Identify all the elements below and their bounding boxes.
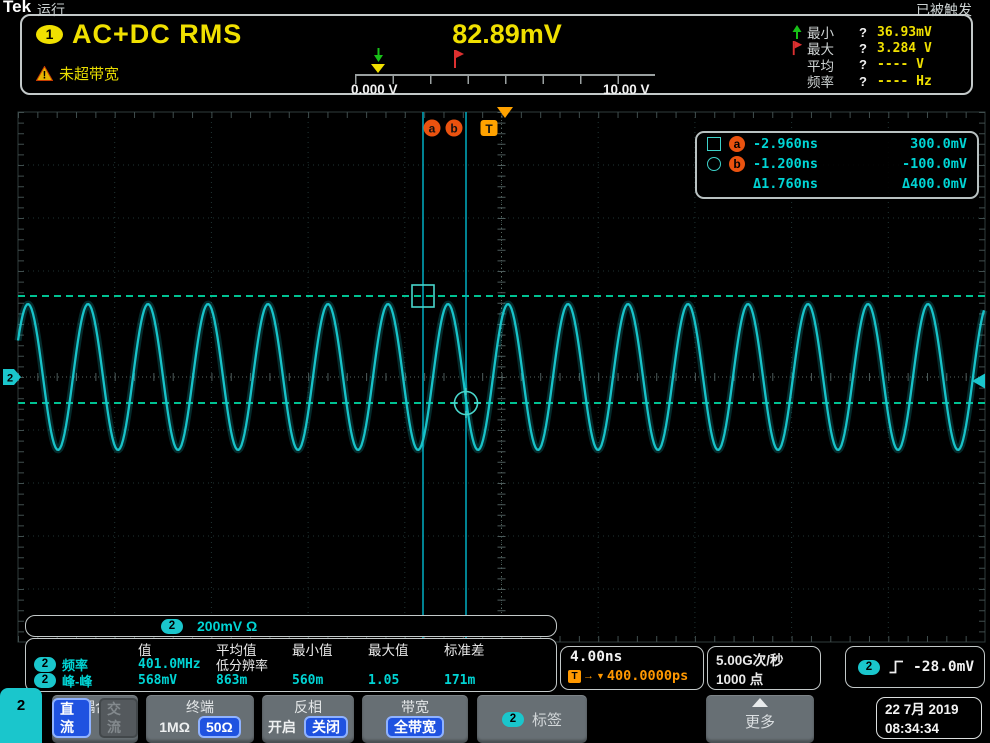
channel-2-badge: 2 [34, 673, 56, 688]
stat-row-mean: 平均 ? ---- V [807, 57, 924, 74]
channel-2-badge: 2 [34, 657, 56, 672]
stat-row-frequency: 频率 ? ---- Hz [807, 73, 932, 91]
termination-title: 终端 [186, 699, 214, 715]
coupling-button[interactable]: 耦合 直流 交流 [52, 695, 138, 743]
horizontal-scale: 4.00ns [570, 649, 623, 665]
oscilloscope-screen: { "header": { "brand": "Tek", "acq_statu… [0, 0, 990, 743]
rising-edge-icon [889, 660, 903, 674]
bandwidth-title: 带宽 [401, 699, 429, 715]
more-button[interactable]: 更多 [706, 695, 814, 743]
more-button-text: 更多 [744, 714, 775, 731]
cursor-readout-box: a -2.960ns 300.0mV b -1.200ns -100.0mV Δ… [695, 131, 979, 199]
svg-text:2: 2 [7, 373, 13, 385]
svg-text:b: b [450, 122, 457, 136]
measurement-scale-bar: 0.000 V 10.00 V [351, 42, 665, 97]
cursor-a-voltage: 300.0mV [910, 135, 967, 152]
cursor-b-badge: b [729, 155, 745, 172]
acquisition-status: 运行 [37, 2, 65, 18]
channel-2-badge: 2 [501, 711, 524, 727]
horizontal-settings-box: 4.00ns T → ▼ 400.0000ps [560, 646, 704, 690]
table-header-row: 值 平均值 最小值 最大值 标准差 [138, 643, 485, 658]
label-button[interactable]: 2 标签 [477, 695, 587, 743]
warning-text: 未超带宽 [59, 66, 120, 83]
datetime-box: 22 7月 2019 08:34:34 [876, 697, 982, 739]
stat-row-min: 最小 ? 36.93mV [790, 22, 977, 41]
measurement-banner: 1 AC+DC RMS 82.89mV ! 未超带宽 0.000 V 10.00… [20, 14, 973, 97]
chevron-up-icon [752, 698, 768, 707]
svg-text:T: T [485, 122, 493, 136]
acquisition-box: 5.00G次/秒 1000 点 [707, 646, 821, 690]
scale-max-label: 10.00 V [603, 82, 650, 97]
invert-button[interactable]: 反相 开启 关闭 [262, 695, 354, 743]
trigger-status: 已被触发 [916, 2, 972, 18]
svg-text:a: a [429, 122, 436, 136]
channel-2-badge: 2 [858, 659, 880, 675]
min-marker-icon [374, 48, 383, 62]
measurement-title: AC+DC RMS [72, 19, 243, 49]
cursor-delta-row: Δ1.760ns Δ400.0mV [707, 174, 967, 193]
channel-scale-text: 200mV Ω [197, 618, 258, 634]
coupling-dc-option[interactable]: 直流 [52, 698, 91, 738]
trigger-position-icon: ▼ [596, 671, 605, 681]
cursor-b-row: b -1.200ns -100.0mV [707, 154, 967, 173]
cursor-delta-voltage: Δ400.0mV [901, 175, 967, 192]
svg-text:!: ! [43, 70, 47, 82]
delay-value: 400.0000ps [606, 668, 689, 684]
stat-row-max: 最大 ? 3.284 V [790, 38, 977, 57]
termination-50ohm-option[interactable]: 50Ω [197, 716, 241, 738]
cursor-a-badge: a [729, 135, 745, 152]
trigger-t-icon: T [568, 669, 581, 683]
arrow-right-icon: → [583, 670, 594, 682]
red-flag-icon [792, 40, 803, 55]
trigger-level: -28.0mV [913, 659, 975, 675]
channel-1-badge: 1 [36, 25, 63, 44]
cursor-a-row: a -2.960ns 300.0mV [707, 134, 967, 153]
invert-title: 反相 [294, 699, 322, 715]
max-marker-icon [454, 50, 464, 68]
invert-on-option[interactable]: 开启 [268, 717, 296, 737]
bandwidth-button[interactable]: 带宽 全带宽 [362, 695, 468, 743]
trigger-settings-box: 2 -28.0mV [845, 646, 985, 688]
cursor-a-time: -2.960ns [753, 135, 819, 152]
warning-icon: ! [36, 66, 53, 81]
time-text: 08:34:34 [885, 721, 940, 736]
green-up-arrow-icon [792, 24, 802, 39]
cursor-b-circle-icon [707, 156, 721, 171]
table-row: 2 峰-峰 568mV 863m 560m 1.05 171m [26, 671, 556, 689]
tek-logo: Tek [3, 0, 32, 16]
horizontal-delay: T → ▼ 400.0000ps [568, 668, 688, 684]
measurement-table: 值 平均值 最小值 最大值 标准差 2 频率 401.0MHz 低分辨率 2 峰-峰… [25, 638, 557, 692]
cursor-delta-time: Δ1.760ns [753, 175, 819, 192]
channel-2-badge: 2 [161, 618, 183, 634]
channel-scale-bar: 2 200mV Ω [25, 615, 557, 637]
invert-off-option[interactable]: 关闭 [304, 716, 348, 738]
bandwidth-full-option[interactable]: 全带宽 [386, 716, 444, 738]
channel-2-menu-tab[interactable]: 2 [0, 688, 42, 743]
status-bar: Tek 运行 已被触发 [0, 0, 990, 18]
termination-button[interactable]: 终端 1MΩ 50Ω [146, 695, 254, 743]
record-length: 1000 点 [716, 672, 764, 687]
date-text: 22 7月 2019 [885, 702, 959, 717]
cursor-a-square-icon [707, 136, 721, 151]
scale-min-label: 0.000 V [351, 82, 398, 97]
termination-1mohm-option[interactable]: 1MΩ [159, 717, 190, 737]
cursor-b-voltage: -100.0mV [901, 155, 967, 172]
coupling-ac-option[interactable]: 交流 [99, 698, 138, 738]
bandwidth-warning: ! 未超带宽 [36, 63, 119, 84]
sample-rate: 5.00G次/秒 [716, 653, 784, 668]
measurement-stats: 最小 ? 36.93mV 最大 ? 3.284 V 平均 ? ---- V 频率… [790, 22, 977, 91]
current-value-marker-icon [371, 64, 385, 73]
cursor-b-time: -1.200ns [753, 155, 819, 172]
label-button-text: 标签 [531, 711, 562, 729]
